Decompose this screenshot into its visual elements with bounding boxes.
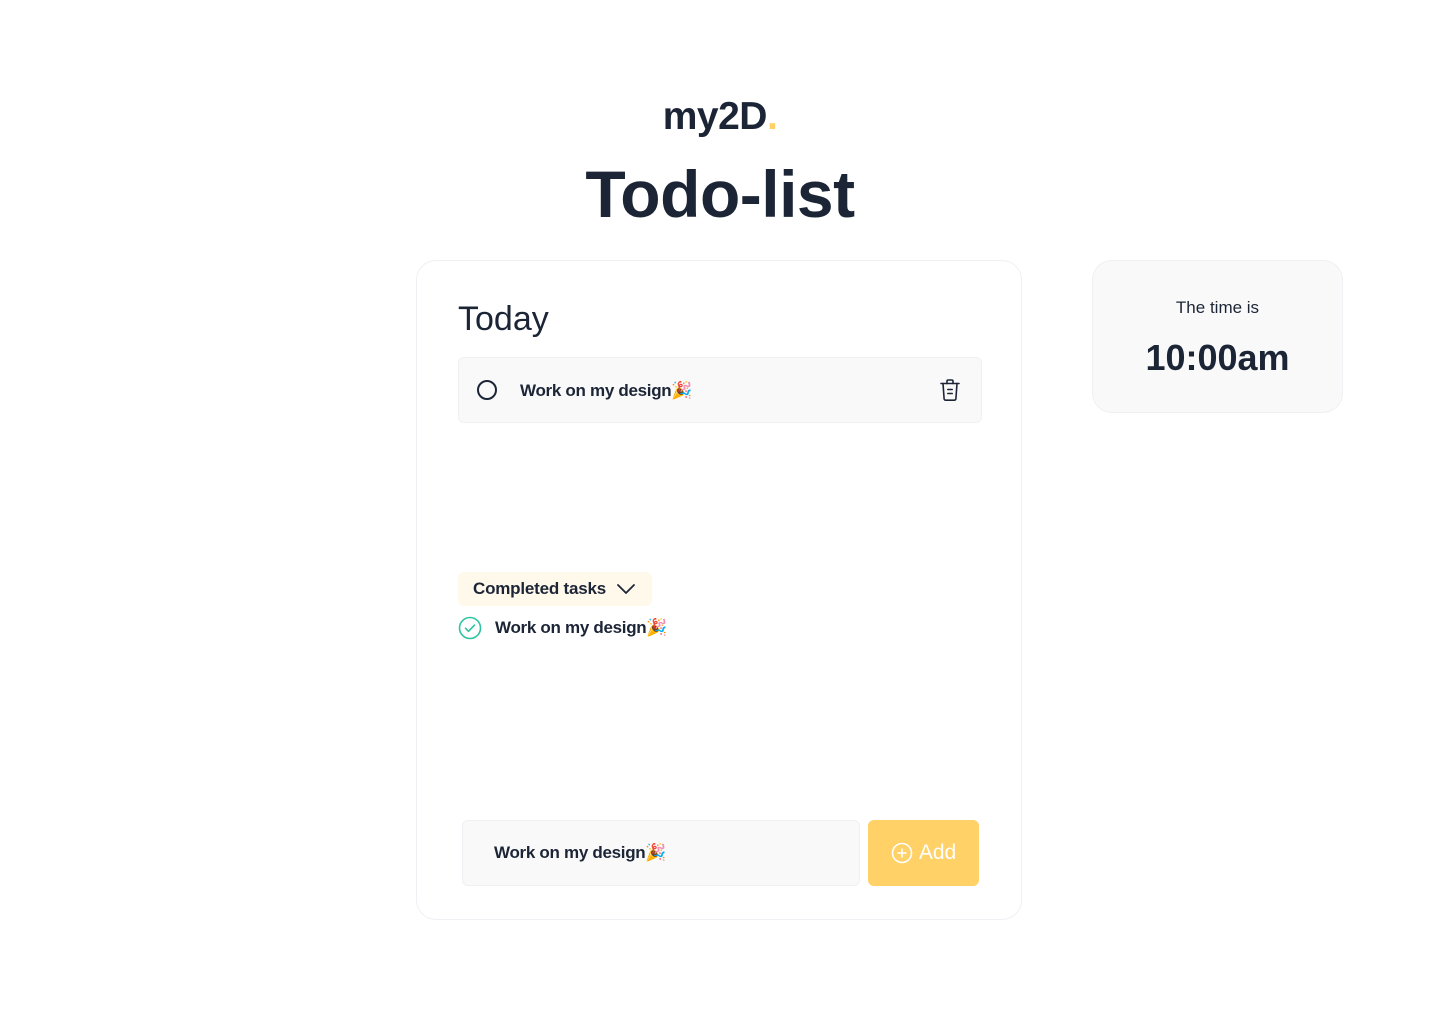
task-complete-radio[interactable] [477, 380, 497, 400]
clock-time: 10:00am [1145, 337, 1290, 378]
chevron-down-icon [617, 584, 635, 594]
new-task-input[interactable] [462, 820, 860, 886]
today-heading: Today [458, 300, 549, 338]
brand-dot: . [766, 95, 778, 138]
brand-name: my2D [662, 95, 768, 138]
todo-page: my2D. Todo-list Today Work on my design🎉… [0, 0, 1440, 1024]
todo-card: Today Work on my design🎉 Completed tasks [416, 260, 1022, 920]
trash-icon[interactable] [939, 378, 961, 402]
completed-tasks-label: Completed tasks [473, 579, 607, 598]
completed-task-label: Work on my design🎉 [495, 618, 668, 637]
page-title: Todo-list [585, 157, 855, 231]
check-circle-icon[interactable] [458, 616, 482, 640]
task-row[interactable]: Work on my design🎉 [458, 357, 982, 423]
plus-circle-icon [891, 842, 913, 864]
add-button-label: Add [918, 841, 957, 864]
completed-tasks-toggle[interactable]: Completed tasks [458, 572, 653, 606]
add-task-button[interactable]: Add [868, 820, 979, 886]
brand-logo: my2D. [0, 94, 1440, 140]
clock-card: The time is 10:00am [1092, 260, 1343, 413]
clock-caption: The time is [1175, 298, 1260, 317]
task-label: Work on my design🎉 [520, 381, 693, 400]
completed-task-row[interactable]: Work on my design🎉 [458, 616, 668, 640]
